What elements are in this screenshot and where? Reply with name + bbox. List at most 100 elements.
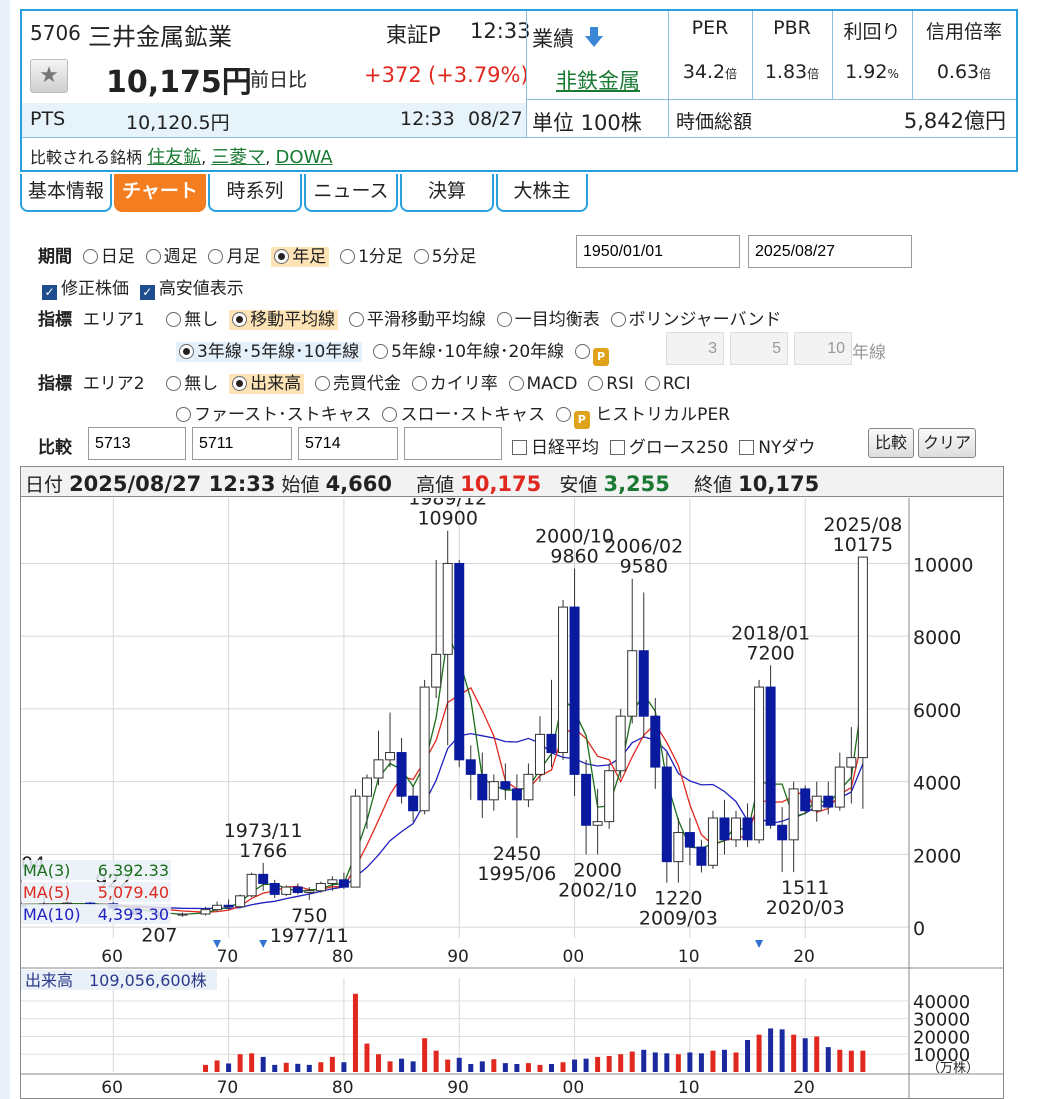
period-yearly[interactable]: 年足	[271, 247, 330, 267]
candle-body	[788, 788, 799, 841]
candle-body	[350, 795, 361, 888]
volume-bar	[376, 1054, 382, 1072]
area2-fast-stoch[interactable]: ファースト･ストキャス	[176, 405, 372, 425]
candle-body	[569, 606, 580, 775]
tab-basic-info[interactable]: 基本情報	[20, 174, 112, 212]
area1-ma[interactable]: 移動平均線	[229, 310, 339, 330]
ma-3-5-10[interactable]: 3年線･5年線･10年線	[176, 342, 363, 362]
area2-slow-stoch[interactable]: スロー･ストキャス	[382, 405, 545, 425]
highlow-checkbox[interactable]: ✓ 高安値表示	[139, 279, 244, 300]
volume-bar	[733, 1052, 739, 1072]
pts-label: PTS	[30, 108, 66, 130]
area2-none[interactable]: 無し	[166, 374, 218, 394]
ma-legend-label: MA(5)	[23, 883, 70, 902]
area2-macd[interactable]: MACD	[508, 374, 577, 394]
per-value: 34.2倍	[682, 61, 738, 83]
annotation-label: 7200	[746, 642, 794, 664]
candle-body	[707, 817, 718, 866]
divider	[22, 137, 1016, 138]
clear-button[interactable]: クリア	[918, 428, 976, 458]
adjusted-price-checkbox[interactable]: ✓ 修正株価	[42, 279, 129, 300]
favorite-star-button[interactable]: ★	[30, 59, 68, 93]
tab-major-shareholders[interactable]: 大株主	[496, 174, 588, 212]
price-chart[interactable]: 0200040006000800010000606070708080909000…	[21, 498, 1003, 1099]
candle-body	[754, 686, 765, 841]
period-daily[interactable]: 日足	[82, 247, 135, 267]
area2-hist-per[interactable]: P ヒストリカルPER	[555, 405, 730, 429]
volume-bar	[525, 1063, 531, 1072]
compare-button[interactable]: 比較	[868, 428, 914, 458]
period-1min[interactable]: 1分足	[340, 247, 403, 267]
area1-smoothed-ma[interactable]: 平滑移動平均線	[348, 310, 486, 330]
compare-code-4[interactable]	[404, 427, 502, 460]
compare-code-1[interactable]	[88, 427, 186, 460]
ma-legend-label: MA(3)	[23, 861, 70, 880]
candle-body	[650, 715, 661, 768]
period-5min[interactable]: 5分足	[413, 247, 477, 267]
annotation-label: 1995/06	[477, 863, 556, 885]
margin-ratio-label: 信用倍率	[925, 21, 1002, 43]
down-arrow-icon	[585, 27, 603, 47]
volume-bar	[745, 1040, 751, 1072]
candle-body	[604, 770, 615, 823]
tab-news[interactable]: ニュース	[304, 174, 398, 212]
area1-bollinger[interactable]: ボリンジャーバンド	[610, 310, 781, 330]
ma-custom-2[interactable]	[730, 332, 788, 365]
volume-bar	[837, 1049, 843, 1072]
peer-link-dowa[interactable]: DOWA	[275, 147, 332, 168]
area1-none[interactable]: 無し	[166, 310, 218, 330]
area2-rsi[interactable]: RSI	[588, 374, 634, 394]
period-monthly[interactable]: 月足	[208, 247, 260, 267]
area2-volume[interactable]: 出来高	[229, 374, 305, 394]
volume-bar	[272, 1064, 278, 1072]
open-value: 4,660	[325, 472, 392, 496]
nydow-checkbox[interactable]: NYダウ	[739, 438, 815, 458]
ma-5-10-20[interactable]: 5年線･10年線･20年線	[373, 342, 564, 362]
annotation-label: 1220	[654, 888, 702, 910]
annotation-label: 207	[141, 925, 177, 947]
peer-link-sumitomo[interactable]: 住友鉱	[147, 147, 201, 168]
annotation-label: 1977/11	[270, 925, 349, 947]
candle-body	[223, 904, 234, 908]
candle-body	[62, 902, 73, 905]
volume-bar	[629, 1051, 635, 1072]
peer-link-mitsubishi[interactable]: 三菱マ	[211, 147, 265, 168]
candle-body	[696, 846, 707, 866]
compare-label: 比較	[38, 438, 72, 458]
ma-custom-1[interactable]	[666, 332, 724, 365]
area2-deviation[interactable]: カイリ率	[411, 374, 498, 394]
x-tick-label: 80	[332, 947, 354, 967]
volume-bar	[456, 1057, 462, 1072]
area1-label: エリア1	[82, 310, 145, 330]
volume-bar	[226, 1063, 232, 1072]
annotation-label: 9580	[620, 556, 668, 578]
candle-body	[627, 650, 638, 717]
tab-chart[interactable]: チャート	[114, 174, 206, 212]
growth250-checkbox[interactable]: グロース250	[609, 438, 728, 458]
area2-turnover[interactable]: 売買代金	[314, 374, 401, 394]
date-from-input[interactable]	[576, 235, 740, 268]
ma-custom[interactable]: P	[574, 342, 609, 366]
compare-code-3[interactable]	[298, 427, 398, 460]
ma-custom-3[interactable]	[794, 332, 852, 365]
candle-body	[673, 832, 684, 863]
period-weekly[interactable]: 週足	[145, 247, 198, 267]
compare-code-2[interactable]	[192, 427, 292, 460]
price-change: +372	[364, 63, 422, 87]
ohlc-header: 日付 2025/08/27 12:33 始値 4,660 高値 10,175 安…	[21, 467, 1003, 497]
volume-bar	[318, 1062, 324, 1072]
tab-earnings[interactable]: 決算	[400, 174, 494, 212]
date-to-input[interactable]	[748, 235, 912, 268]
y-tick-label: 6000	[913, 700, 961, 722]
nikkei-checkbox[interactable]: 日経平均	[512, 438, 599, 458]
sector-link[interactable]: 非鉄金属	[556, 65, 640, 95]
volume-x-tick-label: 70	[217, 1078, 239, 1098]
x-tick-label: 60	[101, 947, 123, 967]
volume-bar	[341, 1062, 347, 1072]
volume-x-tick-label: 20	[793, 1078, 815, 1098]
area1-ichimoku[interactable]: 一目均衡表	[496, 310, 600, 330]
candle-body	[846, 757, 857, 768]
candle-body	[731, 817, 742, 841]
area2-rci[interactable]: RCI	[644, 374, 691, 394]
tab-time-series[interactable]: 時系列	[208, 174, 302, 212]
